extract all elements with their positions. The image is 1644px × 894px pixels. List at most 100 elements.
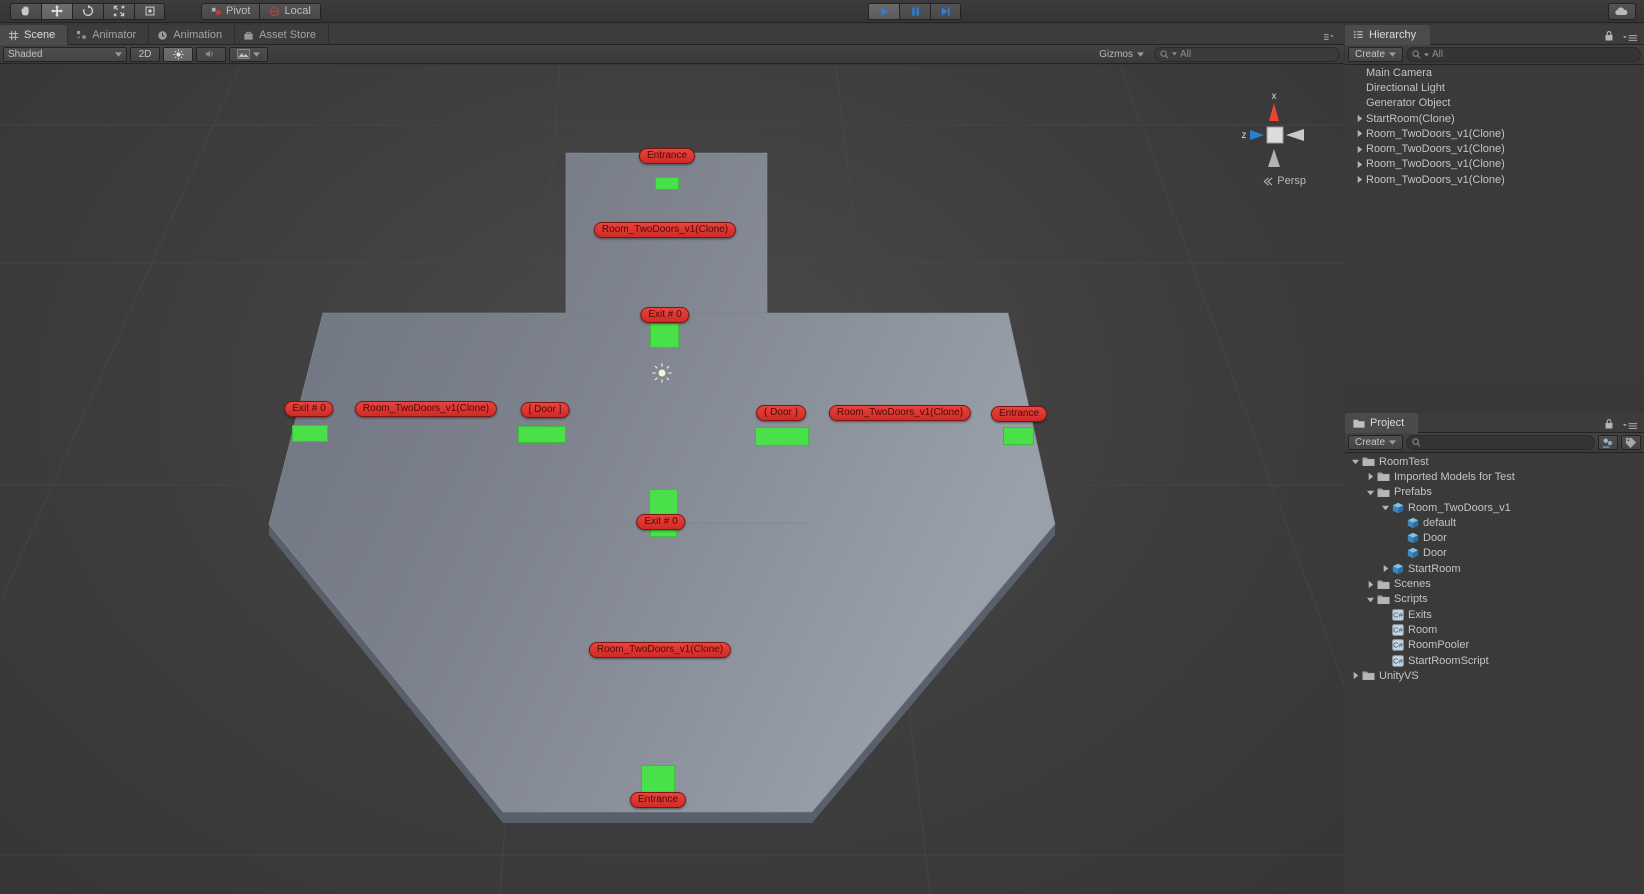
move-tool-button[interactable] bbox=[41, 2, 72, 20]
tab-asset-store[interactable]: Asset Store bbox=[235, 25, 330, 45]
camera-projection-toggle[interactable]: Persp bbox=[1263, 175, 1306, 187]
hierarchy-create-button[interactable]: Create bbox=[1348, 47, 1404, 62]
hierarchy-item-label: Generator Object bbox=[1366, 97, 1451, 110]
chevron-right-icon[interactable] bbox=[1355, 145, 1364, 154]
project-item-label: default bbox=[1423, 516, 1457, 529]
light-gizmo-icon[interactable] bbox=[651, 362, 673, 384]
hierarchy-menu-icon[interactable] bbox=[1623, 30, 1638, 48]
scene-label-room-left[interactable]: Room_TwoDoors_v1(Clone) bbox=[354, 401, 498, 417]
project-item[interactable]: RoomTest bbox=[1345, 454, 1644, 469]
scene-label-door-left[interactable]: [ Door ] bbox=[520, 402, 570, 418]
project-item[interactable]: Prefabs bbox=[1345, 485, 1644, 500]
scene-effects-button[interactable] bbox=[229, 46, 268, 62]
project-item[interactable]: C# RoomPooler bbox=[1345, 638, 1644, 653]
project-item[interactable]: UnityVS bbox=[1345, 668, 1644, 683]
persp-label: Persp bbox=[1277, 175, 1306, 187]
project-item[interactable]: StartRoom bbox=[1345, 561, 1644, 576]
scene-label-exit-bottom[interactable]: Exit # 0 bbox=[636, 514, 686, 530]
pause-button[interactable] bbox=[899, 3, 930, 20]
chevron-down-icon[interactable] bbox=[1351, 457, 1360, 466]
scale-tool-button[interactable] bbox=[103, 2, 134, 20]
chevron-down-icon[interactable] bbox=[1366, 595, 1375, 604]
project-create-label: Create bbox=[1355, 437, 1386, 448]
gizmos-dropdown[interactable]: Gizmos bbox=[1093, 47, 1150, 62]
scene-search-placeholder: All bbox=[1180, 48, 1192, 60]
scene-label-entrance-right[interactable]: Entrance bbox=[990, 406, 1048, 422]
tab-scene[interactable]: Scene bbox=[0, 25, 69, 45]
tab-animation[interactable]: Animation bbox=[149, 25, 236, 45]
project-label-button[interactable] bbox=[1621, 435, 1641, 450]
scene-label-exit-top[interactable]: Exit # 0 bbox=[640, 307, 690, 323]
hierarchy-item[interactable]: Room_TwoDoors_v1(Clone) bbox=[1345, 157, 1644, 172]
scene-label-entrance-top[interactable]: Entrance bbox=[638, 148, 696, 164]
hierarchy-create-label: Create bbox=[1355, 49, 1386, 60]
search-icon bbox=[1412, 50, 1421, 59]
hierarchy-item[interactable]: Directional Light bbox=[1345, 80, 1644, 95]
scene-label-room-top[interactable]: Room_TwoDoors_v1(Clone) bbox=[593, 222, 737, 238]
scene-label-room-right[interactable]: Room_TwoDoors_v1(Clone) bbox=[828, 405, 972, 421]
project-item[interactable]: C# Room bbox=[1345, 622, 1644, 637]
chevron-right-icon[interactable] bbox=[1355, 175, 1364, 184]
step-button[interactable] bbox=[930, 3, 961, 20]
scene-label-door-right[interactable]: ( Door ) bbox=[756, 405, 806, 421]
shading-mode-value: Shaded bbox=[8, 48, 43, 60]
project-item[interactable]: Imported Models for Test bbox=[1345, 469, 1644, 484]
project-item[interactable]: Room_TwoDoors_v1 bbox=[1345, 500, 1644, 515]
hierarchy-item[interactable]: Room_TwoDoors_v1(Clone) bbox=[1345, 172, 1644, 187]
project-lock-icon[interactable] bbox=[1604, 417, 1614, 435]
axis-x-label: x bbox=[1272, 91, 1277, 102]
toggle-2d-button[interactable]: 2D bbox=[130, 46, 160, 62]
hierarchy-item[interactable]: Generator Object bbox=[1345, 96, 1644, 111]
search-icon bbox=[1412, 438, 1421, 447]
rotate-tool-button[interactable] bbox=[72, 2, 103, 20]
door-marker bbox=[641, 765, 675, 794]
project-item[interactable]: C# Exits bbox=[1345, 607, 1644, 622]
project-item[interactable]: Door bbox=[1345, 530, 1644, 545]
scene-label-exit-left[interactable]: Exit # 0 bbox=[284, 401, 334, 417]
hierarchy-item[interactable]: Room_TwoDoors_v1(Clone) bbox=[1345, 141, 1644, 156]
project-item[interactable]: Door bbox=[1345, 546, 1644, 561]
chevron-right-icon[interactable] bbox=[1355, 114, 1364, 123]
chevron-right-icon[interactable] bbox=[1366, 580, 1375, 589]
chevron-right-icon[interactable] bbox=[1381, 564, 1390, 573]
scene-viewport[interactable]: Entrance Room_TwoDoors_v1(Clone) Exit # … bbox=[0, 65, 1344, 894]
chevron-down-icon[interactable] bbox=[1381, 503, 1390, 512]
hierarchy-item[interactable]: Room_TwoDoors_v1(Clone) bbox=[1345, 126, 1644, 141]
local-toggle-button[interactable]: Local bbox=[259, 2, 321, 20]
chevron-right-icon[interactable] bbox=[1351, 671, 1360, 680]
scene-lighting-button[interactable] bbox=[163, 46, 193, 62]
tab-project[interactable]: Project bbox=[1345, 413, 1419, 433]
scene-label-entrance-bottom[interactable]: Entrance bbox=[629, 792, 687, 808]
project-create-button[interactable]: Create bbox=[1348, 435, 1404, 450]
scene-audio-button[interactable] bbox=[196, 46, 226, 62]
rect-transform-tool-button[interactable] bbox=[134, 2, 165, 20]
chevron-down-icon[interactable] bbox=[1366, 488, 1375, 497]
project-item[interactable]: Scenes bbox=[1345, 576, 1644, 591]
tree-arrow-spacer bbox=[1355, 83, 1364, 92]
chevron-right-icon[interactable] bbox=[1355, 160, 1364, 169]
hierarchy-item[interactable]: Main Camera bbox=[1345, 65, 1644, 80]
pivot-toggle-button[interactable]: Pivot bbox=[201, 2, 260, 20]
chevron-right-icon[interactable] bbox=[1355, 129, 1364, 138]
project-filter-button[interactable] bbox=[1598, 435, 1618, 450]
hand-tool-button[interactable] bbox=[10, 2, 41, 20]
hierarchy-search-input[interactable]: All bbox=[1406, 47, 1641, 62]
project-menu-icon[interactable] bbox=[1623, 418, 1638, 436]
shading-mode-dropdown[interactable]: Shaded bbox=[3, 46, 127, 62]
project-item[interactable]: default bbox=[1345, 515, 1644, 530]
prefab-icon bbox=[1407, 547, 1419, 559]
chevron-right-icon[interactable] bbox=[1366, 472, 1375, 481]
project-item[interactable]: C# StartRoomScript bbox=[1345, 653, 1644, 668]
scene-search-input[interactable]: All bbox=[1154, 46, 1340, 62]
project-search-input[interactable] bbox=[1406, 435, 1595, 450]
project-item[interactable]: Scripts bbox=[1345, 592, 1644, 607]
tab-hierarchy[interactable]: Hierarchy bbox=[1345, 25, 1431, 45]
play-button[interactable] bbox=[868, 3, 899, 20]
hierarchy-lock-icon[interactable] bbox=[1604, 29, 1614, 47]
tab-animator[interactable]: Animator bbox=[68, 25, 150, 45]
scene-label-room-bottom[interactable]: Room_TwoDoors_v1(Clone) bbox=[588, 642, 732, 658]
cloud-services-button[interactable] bbox=[1608, 3, 1636, 20]
scene-view-toolbar: Shaded 2D Gizmos All bbox=[0, 45, 1344, 64]
hierarchy-item[interactable]: StartRoom(Clone) bbox=[1345, 111, 1644, 126]
script-icon: C# bbox=[1392, 654, 1404, 667]
